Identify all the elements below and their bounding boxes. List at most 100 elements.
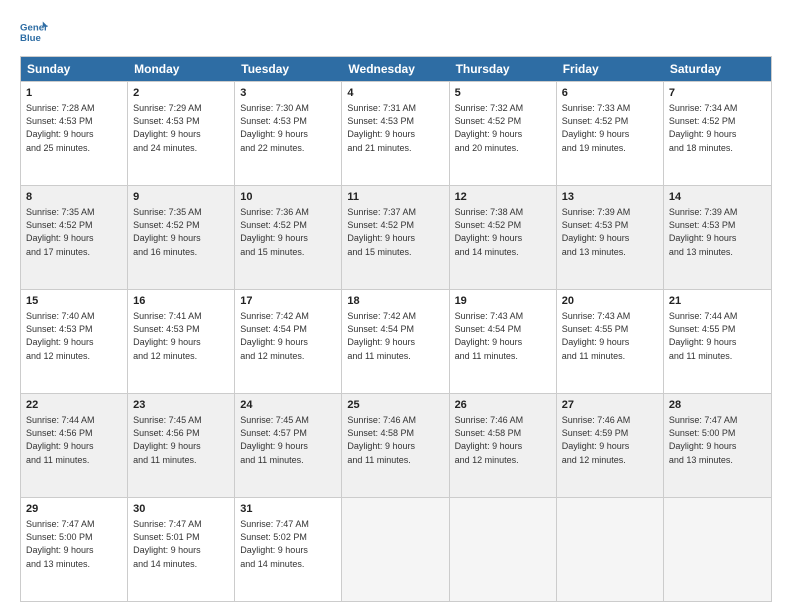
cal-cell: 4Sunrise: 7:31 AMSunset: 4:53 PMDaylight… [342, 82, 449, 185]
day-info: Sunrise: 7:45 AMSunset: 4:56 PMDaylight:… [133, 414, 229, 466]
cal-cell: 19Sunrise: 7:43 AMSunset: 4:54 PMDayligh… [450, 290, 557, 393]
cal-cell [450, 498, 557, 601]
cal-cell [557, 498, 664, 601]
cal-cell: 16Sunrise: 7:41 AMSunset: 4:53 PMDayligh… [128, 290, 235, 393]
day-number: 4 [347, 86, 443, 101]
cal-cell: 22Sunrise: 7:44 AMSunset: 4:56 PMDayligh… [21, 394, 128, 497]
day-number: 29 [26, 502, 122, 517]
svg-text:Blue: Blue [20, 33, 41, 44]
header-day-tuesday: Tuesday [235, 57, 342, 81]
cal-cell: 25Sunrise: 7:46 AMSunset: 4:58 PMDayligh… [342, 394, 449, 497]
day-number: 7 [669, 86, 766, 101]
day-info: Sunrise: 7:35 AMSunset: 4:52 PMDaylight:… [26, 206, 122, 258]
day-info: Sunrise: 7:44 AMSunset: 4:55 PMDaylight:… [669, 310, 766, 362]
day-info: Sunrise: 7:43 AMSunset: 4:55 PMDaylight:… [562, 310, 658, 362]
header-day-sunday: Sunday [21, 57, 128, 81]
day-number: 30 [133, 502, 229, 517]
day-info: Sunrise: 7:37 AMSunset: 4:52 PMDaylight:… [347, 206, 443, 258]
calendar-row-2: 15Sunrise: 7:40 AMSunset: 4:53 PMDayligh… [21, 289, 771, 393]
day-info: Sunrise: 7:42 AMSunset: 4:54 PMDaylight:… [347, 310, 443, 362]
day-number: 3 [240, 86, 336, 101]
day-info: Sunrise: 7:32 AMSunset: 4:52 PMDaylight:… [455, 102, 551, 154]
cal-cell: 31Sunrise: 7:47 AMSunset: 5:02 PMDayligh… [235, 498, 342, 601]
cal-cell: 5Sunrise: 7:32 AMSunset: 4:52 PMDaylight… [450, 82, 557, 185]
day-number: 2 [133, 86, 229, 101]
cal-cell: 21Sunrise: 7:44 AMSunset: 4:55 PMDayligh… [664, 290, 771, 393]
day-info: Sunrise: 7:36 AMSunset: 4:52 PMDaylight:… [240, 206, 336, 258]
cal-cell: 3Sunrise: 7:30 AMSunset: 4:53 PMDaylight… [235, 82, 342, 185]
cal-cell: 23Sunrise: 7:45 AMSunset: 4:56 PMDayligh… [128, 394, 235, 497]
day-info: Sunrise: 7:47 AMSunset: 5:01 PMDaylight:… [133, 518, 229, 570]
day-info: Sunrise: 7:28 AMSunset: 4:53 PMDaylight:… [26, 102, 122, 154]
day-number: 1 [26, 86, 122, 101]
header-day-wednesday: Wednesday [342, 57, 449, 81]
day-number: 22 [26, 398, 122, 413]
day-number: 24 [240, 398, 336, 413]
cal-cell: 8Sunrise: 7:35 AMSunset: 4:52 PMDaylight… [21, 186, 128, 289]
calendar-body: 1Sunrise: 7:28 AMSunset: 4:53 PMDaylight… [21, 81, 771, 601]
day-number: 20 [562, 294, 658, 309]
day-info: Sunrise: 7:42 AMSunset: 4:54 PMDaylight:… [240, 310, 336, 362]
day-info: Sunrise: 7:46 AMSunset: 4:58 PMDaylight:… [455, 414, 551, 466]
day-info: Sunrise: 7:39 AMSunset: 4:53 PMDaylight:… [562, 206, 658, 258]
day-number: 23 [133, 398, 229, 413]
cal-cell: 14Sunrise: 7:39 AMSunset: 4:53 PMDayligh… [664, 186, 771, 289]
day-info: Sunrise: 7:38 AMSunset: 4:52 PMDaylight:… [455, 206, 551, 258]
day-info: Sunrise: 7:46 AMSunset: 4:58 PMDaylight:… [347, 414, 443, 466]
day-number: 19 [455, 294, 551, 309]
day-info: Sunrise: 7:30 AMSunset: 4:53 PMDaylight:… [240, 102, 336, 154]
cal-cell: 24Sunrise: 7:45 AMSunset: 4:57 PMDayligh… [235, 394, 342, 497]
logo: General Blue [20, 18, 48, 46]
day-number: 12 [455, 190, 551, 205]
calendar-header: SundayMondayTuesdayWednesdayThursdayFrid… [21, 57, 771, 81]
cal-cell: 1Sunrise: 7:28 AMSunset: 4:53 PMDaylight… [21, 82, 128, 185]
cal-cell: 12Sunrise: 7:38 AMSunset: 4:52 PMDayligh… [450, 186, 557, 289]
cal-cell: 2Sunrise: 7:29 AMSunset: 4:53 PMDaylight… [128, 82, 235, 185]
calendar-row-3: 22Sunrise: 7:44 AMSunset: 4:56 PMDayligh… [21, 393, 771, 497]
header: General Blue [20, 18, 772, 46]
cal-cell: 26Sunrise: 7:46 AMSunset: 4:58 PMDayligh… [450, 394, 557, 497]
day-info: Sunrise: 7:41 AMSunset: 4:53 PMDaylight:… [133, 310, 229, 362]
cal-cell: 15Sunrise: 7:40 AMSunset: 4:53 PMDayligh… [21, 290, 128, 393]
calendar-row-1: 8Sunrise: 7:35 AMSunset: 4:52 PMDaylight… [21, 185, 771, 289]
day-info: Sunrise: 7:31 AMSunset: 4:53 PMDaylight:… [347, 102, 443, 154]
cal-cell: 30Sunrise: 7:47 AMSunset: 5:01 PMDayligh… [128, 498, 235, 601]
cal-cell: 10Sunrise: 7:36 AMSunset: 4:52 PMDayligh… [235, 186, 342, 289]
day-info: Sunrise: 7:35 AMSunset: 4:52 PMDaylight:… [133, 206, 229, 258]
day-info: Sunrise: 7:45 AMSunset: 4:57 PMDaylight:… [240, 414, 336, 466]
logo-icon: General Blue [20, 18, 48, 46]
day-number: 13 [562, 190, 658, 205]
day-number: 11 [347, 190, 443, 205]
page: General Blue SundayMondayTuesdayWednesda… [0, 0, 792, 612]
cal-cell: 20Sunrise: 7:43 AMSunset: 4:55 PMDayligh… [557, 290, 664, 393]
cal-cell [664, 498, 771, 601]
day-number: 6 [562, 86, 658, 101]
day-info: Sunrise: 7:34 AMSunset: 4:52 PMDaylight:… [669, 102, 766, 154]
calendar: SundayMondayTuesdayWednesdayThursdayFrid… [20, 56, 772, 602]
header-day-friday: Friday [557, 57, 664, 81]
cal-cell [342, 498, 449, 601]
day-number: 31 [240, 502, 336, 517]
cal-cell: 27Sunrise: 7:46 AMSunset: 4:59 PMDayligh… [557, 394, 664, 497]
day-info: Sunrise: 7:47 AMSunset: 5:00 PMDaylight:… [26, 518, 122, 570]
calendar-row-4: 29Sunrise: 7:47 AMSunset: 5:00 PMDayligh… [21, 497, 771, 601]
day-number: 10 [240, 190, 336, 205]
day-info: Sunrise: 7:43 AMSunset: 4:54 PMDaylight:… [455, 310, 551, 362]
header-day-saturday: Saturday [664, 57, 771, 81]
header-day-thursday: Thursday [450, 57, 557, 81]
cal-cell: 13Sunrise: 7:39 AMSunset: 4:53 PMDayligh… [557, 186, 664, 289]
day-number: 16 [133, 294, 229, 309]
cal-cell: 6Sunrise: 7:33 AMSunset: 4:52 PMDaylight… [557, 82, 664, 185]
day-info: Sunrise: 7:47 AMSunset: 5:00 PMDaylight:… [669, 414, 766, 466]
cal-cell: 18Sunrise: 7:42 AMSunset: 4:54 PMDayligh… [342, 290, 449, 393]
day-number: 21 [669, 294, 766, 309]
day-number: 9 [133, 190, 229, 205]
day-number: 5 [455, 86, 551, 101]
day-number: 25 [347, 398, 443, 413]
day-number: 8 [26, 190, 122, 205]
day-number: 28 [669, 398, 766, 413]
day-number: 14 [669, 190, 766, 205]
day-info: Sunrise: 7:40 AMSunset: 4:53 PMDaylight:… [26, 310, 122, 362]
cal-cell: 17Sunrise: 7:42 AMSunset: 4:54 PMDayligh… [235, 290, 342, 393]
day-info: Sunrise: 7:47 AMSunset: 5:02 PMDaylight:… [240, 518, 336, 570]
